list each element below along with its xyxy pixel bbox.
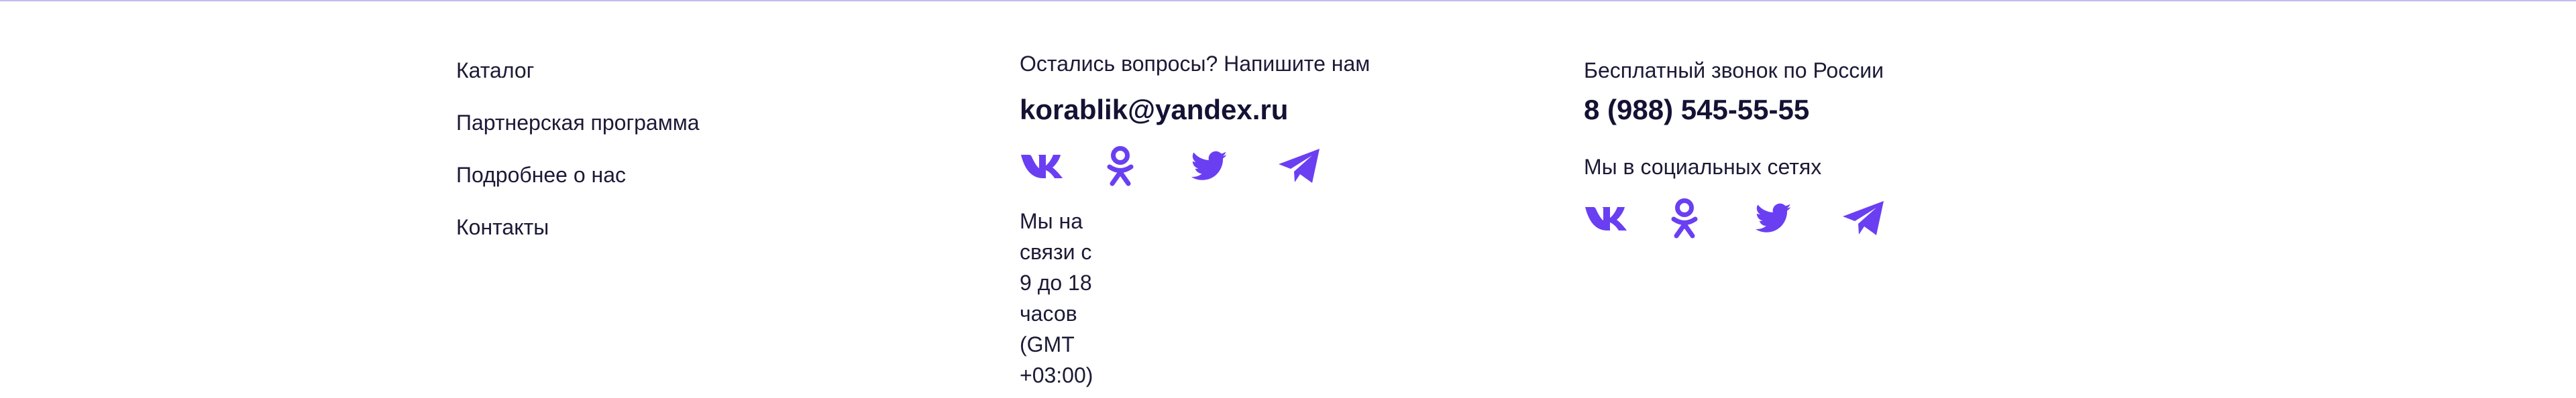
vk-link[interactable] [1020,145,1068,188]
twitter-icon [1191,151,1228,180]
email-link[interactable]: korablik@yandex.ru [1020,93,1288,127]
free-call-label: Бесплатный звонок по России [1584,58,1884,82]
nav-link-about[interactable]: Подробнее о нас [456,161,626,188]
twitter-link[interactable] [1756,197,1804,240]
site-footer: Каталог Партнерская программа Подробнее … [0,0,2576,398]
odnoklassniki-icon [1671,198,1698,239]
odnoklassniki-icon [1107,146,1134,186]
twitter-icon [1756,203,1792,233]
question-label: Остались вопросы? Напишите нам [1020,52,1371,76]
vk-icon [1585,207,1627,230]
telegram-link[interactable] [1841,197,1890,240]
nav-link-catalog[interactable]: Каталог [456,57,534,84]
nav-link-contacts[interactable]: Контакты [456,214,549,241]
twitter-link[interactable] [1191,145,1240,188]
telegram-link[interactable] [1277,145,1326,188]
telegram-icon [1279,149,1320,183]
call-social-links [1584,197,1927,240]
telegram-icon [1843,201,1884,235]
working-hours-line: Мы на связи с 9 до 18 часов [1020,209,1092,326]
timezone-line: (GMT +03:00) [1020,332,1093,387]
odnoklassniki-link[interactable] [1670,197,1718,240]
contact-social-links [1020,145,1363,188]
social-networks-label: Мы в социальных сетях [1584,155,1822,179]
vk-link[interactable] [1584,197,1632,240]
phone-link[interactable]: 8 (988) 545-55-55 [1584,93,1809,127]
vk-icon [1021,155,1063,178]
working-hours: Мы на связи с 9 до 18 часов (GMT +03:00) [1020,206,1093,391]
nav-link-partner-program[interactable]: Партнерская программа [456,109,700,136]
odnoklassniki-link[interactable] [1106,145,1154,188]
